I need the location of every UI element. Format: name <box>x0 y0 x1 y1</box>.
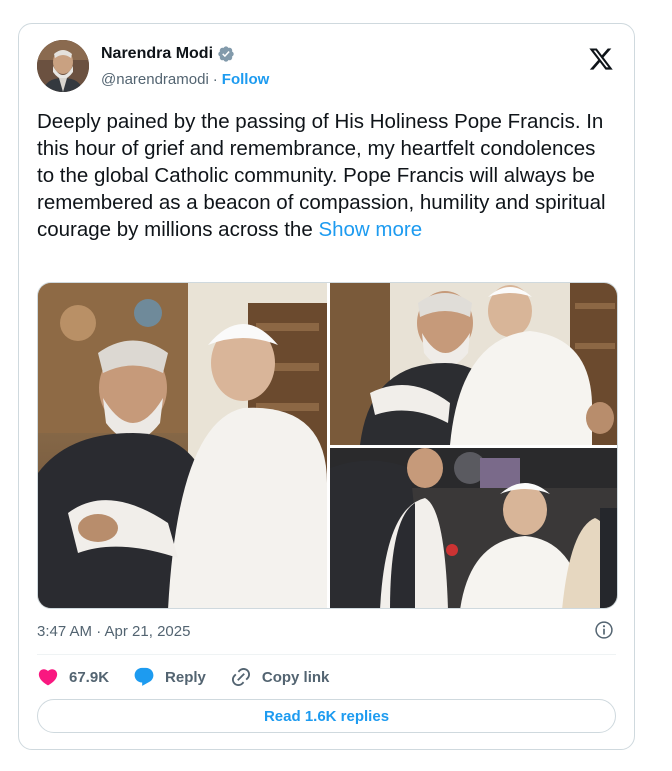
show-more-link[interactable]: Show more <box>318 218 422 241</box>
photo-hug[interactable] <box>330 283 617 445</box>
like-count: 67.9K <box>69 668 110 686</box>
reply-bubble-icon <box>134 667 154 686</box>
like-button[interactable]: 67.9K <box>37 666 109 688</box>
timestamp[interactable]: 3:47 AM · Apr 21, 2025 <box>37 623 190 640</box>
separator-dot: · <box>212 71 218 88</box>
read-replies-label: Read 1.6K replies <box>263 707 390 725</box>
tweet-card: Narendra Modi @narendramodi · Follow Dee… <box>18 23 635 750</box>
handle-row: @narendramodi · Follow <box>101 71 269 88</box>
name-row: Narendra Modi <box>101 45 235 63</box>
divider <box>37 654 616 655</box>
timestamp-row: 3:47 AM · Apr 21, 2025 <box>37 620 616 642</box>
reply-label: Reply <box>165 668 206 686</box>
handle[interactable]: @narendramodi <box>101 71 209 88</box>
tweet-text: Deeply pained by the passing of His Holi… <box>37 108 617 243</box>
info-icon[interactable] <box>594 620 614 640</box>
photo-conversation[interactable] <box>330 448 617 608</box>
follow-button[interactable]: Follow <box>222 71 270 88</box>
copy-link-label: Copy link <box>261 668 330 686</box>
media-grid <box>37 282 618 609</box>
copy-link-button[interactable]: Copy link <box>230 666 330 688</box>
tweet-header: Narendra Modi @narendramodi · Follow <box>37 40 618 96</box>
heart-icon <box>38 669 58 686</box>
link-icon <box>231 667 250 687</box>
read-replies-button[interactable]: Read 1.6K replies <box>37 699 616 733</box>
avatar[interactable] <box>37 40 89 92</box>
reply-button[interactable]: Reply <box>133 666 206 688</box>
action-bar: 67.9K Reply Copy link <box>37 664 353 690</box>
x-logo-icon[interactable] <box>588 46 614 72</box>
photo-embrace[interactable] <box>38 283 327 608</box>
display-name[interactable]: Narendra Modi <box>101 45 213 63</box>
avatar-image <box>37 40 89 92</box>
verified-badge-icon <box>217 45 235 63</box>
